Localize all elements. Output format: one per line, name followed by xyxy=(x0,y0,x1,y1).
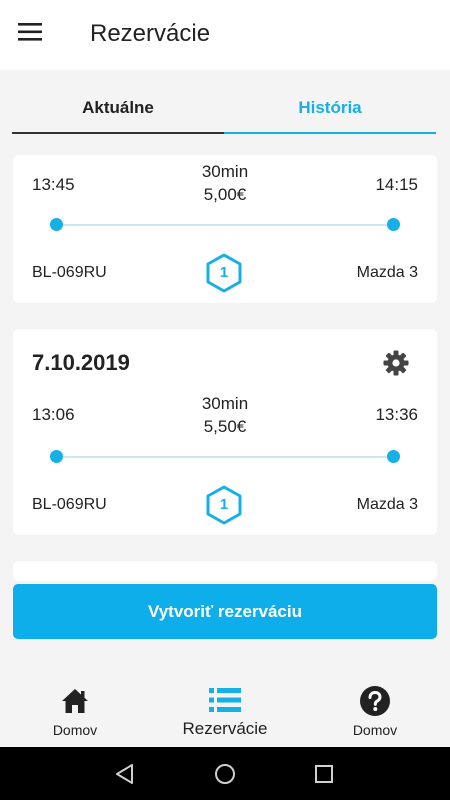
start-dot xyxy=(50,450,63,463)
car-model: Mazda 3 xyxy=(356,496,418,513)
reservation-card[interactable] xyxy=(13,561,437,581)
page-title: Rezervácie xyxy=(90,20,211,47)
home-circle-icon[interactable] xyxy=(212,761,238,787)
license-plate: BL-069RU xyxy=(32,496,107,513)
gear-icon[interactable] xyxy=(382,349,410,377)
nav-item-home[interactable]: Domov xyxy=(0,670,150,747)
reservation-card[interactable]: 7.10.2019 13:06 30min 5,50€ 13:36 BL-069… xyxy=(13,329,437,535)
bottom-nav: Domov Rezervácie Domov xyxy=(0,670,450,747)
create-reservation-button[interactable]: Vytvoriť rezerváciu xyxy=(13,584,437,639)
start-dot xyxy=(50,218,63,231)
tab-bar: Aktuálne História xyxy=(0,70,450,134)
car-model: Mazda 3 xyxy=(356,264,418,281)
recents-square-icon[interactable] xyxy=(311,761,337,787)
home-icon xyxy=(62,689,88,713)
duration: 30min xyxy=(201,162,249,181)
start-time: 13:06 xyxy=(32,405,75,424)
list-icon xyxy=(209,688,241,712)
zone-badge: 1 xyxy=(203,484,245,526)
duration: 30min xyxy=(201,394,249,413)
nav-label: Domov xyxy=(52,722,98,738)
end-time: 13:36 xyxy=(375,405,418,424)
license-plate: BL-069RU xyxy=(32,264,107,281)
end-dot xyxy=(387,218,400,231)
hamburger-menu-icon[interactable] xyxy=(18,22,52,48)
tab-history[interactable]: História xyxy=(224,70,436,134)
zone-number: 1 xyxy=(219,496,229,513)
duration-price: 30min 5,00€ xyxy=(125,160,325,206)
zone-badge: 1 xyxy=(203,252,245,294)
tab-current[interactable]: Aktuálne xyxy=(12,70,224,134)
reservation-date: 7.10.2019 xyxy=(32,350,130,375)
app-bar: Rezervácie xyxy=(0,0,450,70)
price: 5,00€ xyxy=(203,185,247,204)
back-icon[interactable] xyxy=(112,761,138,787)
start-time: 13:45 xyxy=(32,175,75,194)
nav-item-help[interactable]: Domov xyxy=(300,670,450,747)
time-track xyxy=(55,456,395,458)
time-track xyxy=(55,224,395,226)
nav-item-reservations[interactable]: Rezervácie xyxy=(150,670,300,747)
zone-number: 1 xyxy=(219,264,229,281)
system-nav-bar xyxy=(0,747,450,800)
reservation-card[interactable]: 13:45 30min 5,00€ 14:15 BL-069RU 1 Mazda… xyxy=(13,155,437,303)
price: 5,50€ xyxy=(203,417,247,436)
help-icon xyxy=(360,686,390,716)
end-dot xyxy=(387,450,400,463)
end-time: 14:15 xyxy=(375,175,418,194)
duration-price: 30min 5,50€ xyxy=(125,392,325,438)
nav-label: Rezervácie xyxy=(182,719,268,738)
nav-label: Domov xyxy=(352,722,398,738)
